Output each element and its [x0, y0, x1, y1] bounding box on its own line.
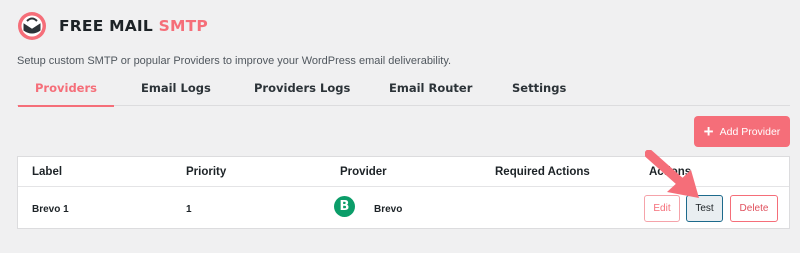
edit-button[interactable]: Edit	[644, 195, 680, 222]
brevo-logo-icon: B	[334, 196, 355, 217]
column-header-label: Label	[32, 166, 63, 178]
tab-bar: Providers Email Logs Providers Logs Emai…	[17, 69, 790, 107]
row-label: Brevo 1	[32, 204, 69, 215]
test-button[interactable]: Test	[686, 195, 723, 222]
delete-button[interactable]: Delete	[730, 195, 778, 222]
column-header-provider: Provider	[340, 166, 387, 178]
tab-settings[interactable]: Settings	[512, 69, 566, 106]
page-subtitle: Setup custom SMTP or popular Providers t…	[17, 55, 452, 67]
row-provider: Brevo	[374, 204, 403, 215]
column-header-required-actions: Required Actions	[495, 166, 590, 178]
row-priority: 1	[186, 204, 192, 215]
plus-icon: +	[703, 122, 714, 141]
tab-providers[interactable]: Providers	[18, 69, 114, 107]
providers-table: Label Priority Provider Required Actions…	[17, 156, 790, 229]
table-header: Label Priority Provider Required Actions…	[18, 157, 789, 187]
app-title: FREE MAIL SMTP	[59, 17, 208, 35]
app-header: FREE MAIL SMTP	[17, 10, 208, 42]
add-provider-label: Add Provider	[719, 125, 781, 138]
table-row: Brevo 1 1 B Brevo Edit Test Delete	[18, 188, 789, 229]
tab-email-logs[interactable]: Email Logs	[141, 69, 211, 106]
tab-providers-logs[interactable]: Providers Logs	[254, 69, 350, 106]
add-provider-button[interactable]: + Add Provider	[694, 116, 790, 147]
column-header-priority: Priority	[186, 166, 227, 178]
app-title-main: FREE MAIL	[59, 17, 153, 35]
mail-logo-icon	[18, 12, 46, 40]
tab-email-router[interactable]: Email Router	[389, 69, 472, 106]
app-title-accent: SMTP	[158, 17, 208, 35]
column-header-actions: Actions	[649, 166, 692, 178]
